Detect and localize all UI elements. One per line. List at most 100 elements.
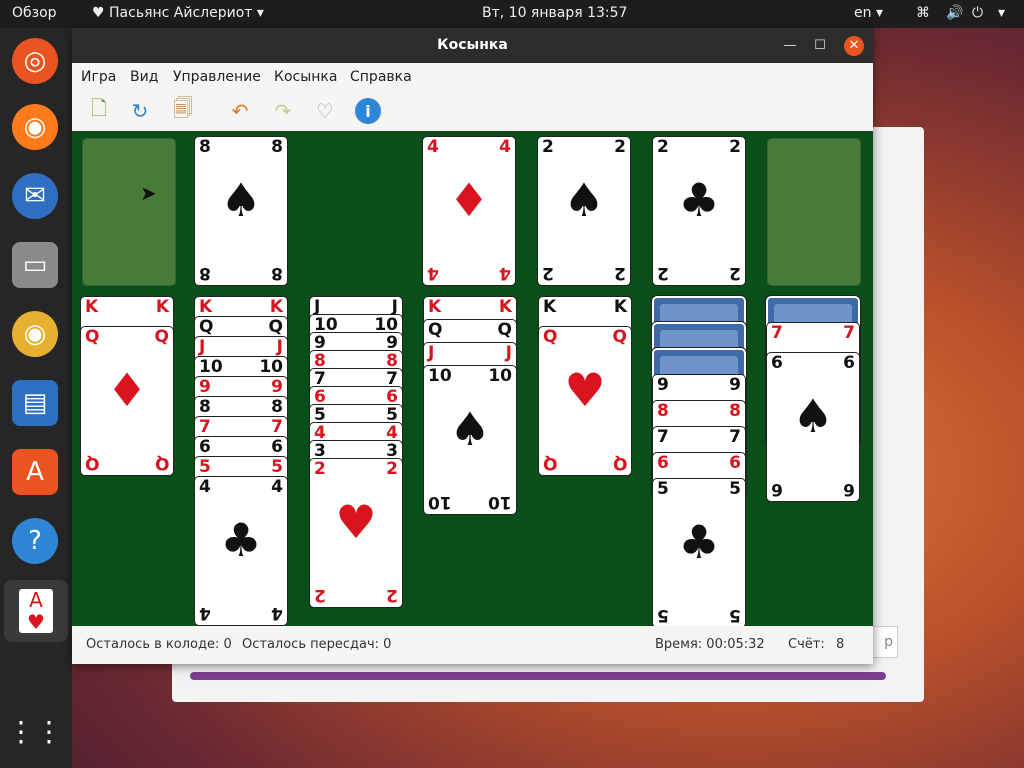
card-rank: 7 [843,323,855,343]
tableau-card[interactable]: 2 2 ♥ 2 2 [309,458,403,608]
game-table[interactable]: ➤ 8 8 ♠ 8 8 4 4 ♦ 4 4 2 2 ♠ 2 2 2 2 ♣ 2 [72,131,873,626]
card-rank: J [199,337,206,357]
card-rank: 10 [488,366,512,386]
tableau-card[interactable]: 4 4 ♣ 4 4 [194,476,288,626]
card-rank: 5 [271,457,283,477]
volume-icon[interactable]: 🔊 [946,5,963,21]
tableau-card[interactable]: Q Q ♥ Q Q [538,326,632,476]
card-rank: Q [85,453,100,473]
foundation-card[interactable]: 2 2 ♠ 2 2 [537,136,631,286]
empty-foundation-slot[interactable] [767,138,861,286]
card-rank: K [498,297,512,317]
restart-icon[interactable]: ↻ [127,98,153,124]
chevron-down-icon[interactable]: ▾ [998,5,1005,21]
card-rank: 2 [657,137,669,157]
deal-icon[interactable]: ♡ [312,98,338,124]
card-rank: Q [154,453,169,473]
club-icon: ♣ [220,513,262,567]
card-rank: 4 [499,137,511,157]
info-icon[interactable]: i [355,98,381,124]
thunderbird-icon[interactable]: ✉ [12,173,58,219]
menu-view[interactable]: Вид [130,69,158,85]
card-rank: K [428,297,442,317]
card-rank: Q [85,327,100,347]
card-rank: 5 [657,605,669,625]
card-rank: 8 [271,397,283,417]
card-rank: 9 [271,377,283,397]
status-bar: Осталось в колоде: 0 Осталось пересдач: … [72,626,873,664]
card-rank: 8 [199,263,211,283]
solitaire-dock-icon[interactable]: A ♥ [4,580,68,642]
app-grid-icon[interactable]: ⋮⋮ [7,708,63,754]
tableau-card[interactable]: 5 5 ♣ 5 5 [652,478,746,626]
activities-button[interactable]: Обзор [12,5,57,21]
app-name: Пасьянс Айслериот [109,5,253,21]
menu-control[interactable]: Управление [173,69,261,85]
card-rank: 10 [428,492,452,512]
tableau-card[interactable]: 10 10 ♠ 10 10 [423,365,517,515]
select-game-icon[interactable]: 🗐 [170,96,196,124]
clock[interactable]: Вт, 10 января 13:57 [482,5,627,21]
card-rank: 2 [729,263,741,283]
stock-slot[interactable] [82,138,176,286]
redo-icon[interactable]: ↷ [270,98,296,124]
tableau-card[interactable]: Q Q ♦ Q Q [80,326,174,476]
tableau-card[interactable]: 6 6 ♠ 6 6 [766,352,860,502]
card-rank: K [613,297,627,317]
window-title: Косынка [437,37,508,53]
undo-icon[interactable]: ↶ [227,98,253,124]
card-rank: 2 [729,137,741,157]
ace-hearts-icon: A ♥ [19,589,53,633]
rhythmbox-icon[interactable]: ◉ [12,311,58,357]
firefox-icon[interactable]: ◉ [12,104,58,150]
waste-card[interactable]: 8 8 ♠ 8 8 [194,136,288,286]
help-icon[interactable]: ? [12,518,58,564]
card-rank: 5 [729,605,741,625]
card-rank: 6 [843,353,855,373]
card-rank: 8 [199,137,211,157]
card-rank: Q [612,327,627,347]
language-selector[interactable]: en ▾ [854,5,883,21]
card-rank: Q [543,327,558,347]
card-rank: 7 [657,427,669,447]
software-icon[interactable]: A [12,449,58,495]
progress-bar [190,672,886,680]
menu-help[interactable]: Справка [350,69,412,85]
minimize-button[interactable]: — [780,36,800,56]
heart-icon: ♥ [335,495,377,549]
card-rank: 2 [542,263,554,283]
title-bar[interactable]: Косынка — ☐ ✕ [72,28,873,63]
card-rank: 4 [427,263,439,283]
card-rank: 7 [199,417,211,437]
score-label: Счёт: [788,637,825,652]
foundation-card[interactable]: 2 2 ♣ 2 2 [652,136,746,286]
menu-klondike[interactable]: Косынка [274,69,337,85]
card-rank: Q [497,320,512,340]
writer-icon[interactable]: ▤ [12,380,58,426]
app-menu[interactable]: ♥ Пасьянс Айслериот ▾ [92,5,264,21]
power-icon[interactable]: ⏻ [972,5,983,21]
card-rank: 6 [199,437,211,457]
redeals-remaining: Осталось пересдач: 0 [242,637,392,652]
club-icon: ♣ [678,173,720,227]
new-game-icon[interactable]: 🗋 [86,96,112,124]
card-rank: K [155,297,169,317]
card-rank: Q [154,327,169,347]
card-rank: J [276,337,283,357]
card-rank: Q [199,317,214,337]
network-icon[interactable]: ⌘ [916,5,930,21]
card-rank: 10 [259,357,283,377]
card-rank: 9 [657,375,669,395]
maximize-button[interactable]: ☐ [810,36,830,56]
files-icon[interactable]: ▭ [12,242,58,288]
card-rank: 6 [771,479,783,499]
club-icon: ♣ [678,515,720,569]
menu-game[interactable]: Игра [81,69,116,85]
ubuntu-installer-icon[interactable]: ◎ [12,38,58,84]
card-rank: 2 [314,459,326,479]
spade-icon: ♠ [792,389,834,443]
card-rank: J [505,343,512,363]
card-rank: 2 [657,263,669,283]
close-button[interactable]: ✕ [844,36,864,56]
foundation-card[interactable]: 4 4 ♦ 4 4 [422,136,516,286]
